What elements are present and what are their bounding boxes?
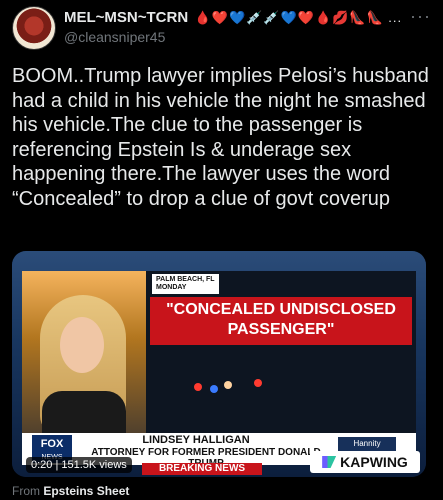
red-light-icon	[194, 383, 202, 391]
emergency-lights	[194, 371, 304, 407]
source-name[interactable]: Epsteins Sheet	[43, 484, 129, 498]
anchor-face	[60, 317, 104, 373]
video-time-views[interactable]: 0:20 | 151.5K views	[26, 457, 132, 473]
network-logo: FOX	[32, 435, 72, 453]
media-source-line: From Epsteins Sheet	[12, 484, 129, 498]
watermark-text: KAPWING	[340, 454, 408, 470]
from-label: From	[12, 484, 40, 498]
breaking-news-label: BREAKING NEWS	[142, 463, 262, 475]
lower-third-name: LINDSEY HALLIGAN	[142, 434, 250, 446]
kapwing-logo-icon	[322, 456, 337, 468]
show-tag: Hannity	[338, 437, 396, 451]
location-tag: PALM BEACH, FL MONDAY	[152, 274, 219, 294]
blue-light-icon	[210, 385, 218, 393]
avatar[interactable]	[12, 6, 56, 50]
headline-banner: "CONCEALED UNDISCLOSED PASSENGER"	[150, 297, 412, 345]
watermark: KAPWING	[310, 451, 420, 473]
anchor-body	[42, 391, 126, 439]
red-light-icon	[254, 379, 262, 387]
anchor-panel	[22, 271, 146, 439]
author-name-row[interactable]: MEL~MSN~TCRN 🩸❤️💙💉💉💙❤️🩸💋👠👠 ...	[64, 9, 431, 29]
more-options-icon[interactable]: ···	[410, 6, 431, 27]
tweet-text: BOOM..Trump lawyer implies Pelosi’s husb…	[12, 65, 429, 210]
video-player[interactable]: PALM BEACH, FL MONDAY "CONCEALED UNDISCL…	[12, 251, 426, 477]
white-light-icon	[224, 381, 232, 389]
author-emoji-suffix: 🩸❤️💙💉💉💙❤️🩸💋👠👠 ...	[194, 10, 403, 25]
author-handle[interactable]: @cleansniper45	[64, 29, 165, 45]
author-display-name[interactable]: MEL~MSN~TCRN	[64, 9, 188, 26]
